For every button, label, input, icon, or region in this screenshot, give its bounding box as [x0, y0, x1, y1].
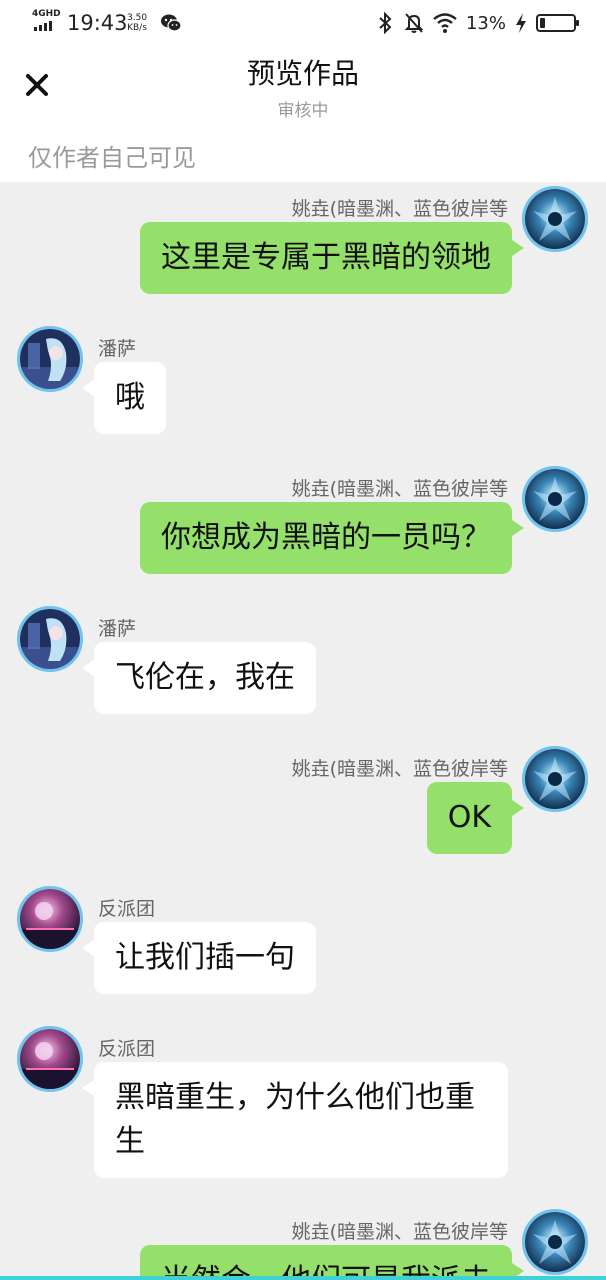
message-bubble[interactable]: 当然会，他们可是我派去: [140, 1245, 524, 1280]
message-bubble[interactable]: 飞伦在，我在: [82, 642, 316, 714]
sender-name: 姚垚(暗墨渊、蓝色彼岸等: [291, 198, 508, 220]
status-icons: 13%: [375, 12, 579, 34]
message-bubble[interactable]: 让我们插一句: [82, 922, 316, 994]
sender-name: 潘萨: [98, 338, 137, 360]
message-bubble[interactable]: OK: [426, 782, 525, 854]
network-type: 4GHD: [32, 9, 61, 19]
wechat-icon: [161, 14, 182, 32]
wifi-icon: [433, 13, 457, 33]
sender-name: 姚垚(暗墨渊、蓝色彼岸等: [291, 1221, 508, 1243]
bluetooth-icon: [379, 12, 392, 34]
dark-blue-avatar[interactable]: [522, 1209, 588, 1275]
anime-girl-avatar[interactable]: [17, 326, 83, 392]
galaxy-avatar[interactable]: [17, 886, 83, 952]
sender-name: 潘萨: [98, 618, 137, 640]
visibility-note: 仅作者自己可见: [28, 144, 196, 172]
dark-blue-avatar[interactable]: [522, 466, 588, 532]
dark-blue-avatar[interactable]: [522, 746, 588, 812]
message-bubble[interactable]: 黑暗重生，为什么他们也重生: [82, 1062, 508, 1178]
network-speed: 3.50 KB/s: [127, 13, 147, 33]
message-bubble[interactable]: 你想成为黑暗的一员吗？: [140, 502, 524, 574]
battery-level: [540, 18, 545, 28]
sender-name: 反派团: [98, 1038, 156, 1060]
app-header: 预览作品 审核中 仅作者自己可见: [0, 46, 606, 182]
signal-icon: [34, 21, 52, 31]
status-bar: 4GHD 19:43 3.50 KB/s 13%: [0, 0, 606, 46]
battery-percent: 13%: [465, 12, 506, 34]
charging-icon: [516, 13, 526, 33]
message-bubble[interactable]: 哦: [82, 362, 166, 434]
battery-icon: [536, 14, 579, 32]
speed-value: 3.50: [127, 13, 148, 23]
message-bubble[interactable]: 这里是专属于黑暗的领地: [140, 222, 524, 294]
review-status: 审核中: [277, 101, 329, 121]
galaxy-avatar[interactable]: [17, 1026, 83, 1092]
sender-name: 姚垚(暗墨渊、蓝色彼岸等: [291, 758, 508, 780]
chat-list[interactable]: 姚垚(暗墨渊、蓝色彼岸等 这里是专属于黑暗的领地 潘萨哦 姚垚(暗墨渊、蓝色彼岸等…: [0, 182, 606, 1280]
speed-unit: KB/s: [127, 23, 147, 33]
sender-name: 姚垚(暗墨渊、蓝色彼岸等: [291, 478, 508, 500]
dark-blue-avatar[interactable]: [522, 186, 588, 252]
anime-girl-avatar[interactable]: [17, 606, 83, 672]
bottom-bar: [0, 1276, 606, 1280]
page-title: 预览作品: [246, 57, 359, 90]
clock: 19:43: [67, 11, 128, 35]
sender-name: 反派团: [98, 898, 156, 920]
mute-icon: [404, 13, 424, 33]
